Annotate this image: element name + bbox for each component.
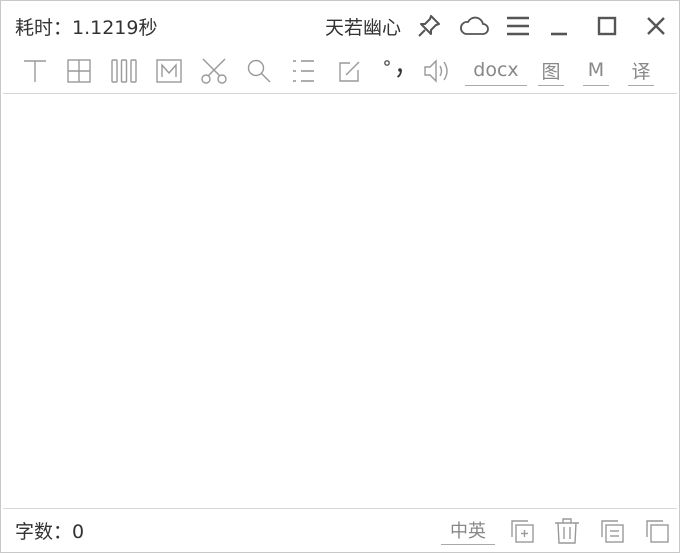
menu-button[interactable] [502,11,534,41]
minimize-button[interactable] [543,11,575,41]
edit-icon [339,61,360,82]
markdown-button[interactable] [153,55,185,87]
search-button[interactable] [243,55,275,87]
table-grid-button[interactable] [63,55,95,87]
search-icon [247,59,271,83]
cloud-icon [460,16,489,35]
title-bar: 耗时：1.1219秒 天若幽心 [1,1,679,51]
cloud-button[interactable] [458,11,490,41]
scissors-icon [201,58,227,84]
copy-icon [646,520,669,543]
punctuation-button[interactable] [377,55,409,87]
window-title: 天若幽心 [325,17,402,39]
word-count-label: 字数：0 [15,521,85,543]
speaker-icon [424,59,448,83]
m-button[interactable]: M [583,55,609,86]
punctuation-icon [384,60,402,78]
export-docx-button[interactable]: docx [465,55,527,86]
markdown-icon [156,59,182,83]
scissors-button[interactable] [198,55,230,87]
translate-button[interactable]: 译 [628,55,654,86]
vertical-columns-button[interactable] [108,55,140,87]
pin-icon [418,15,440,37]
table-grid-icon [67,59,91,83]
image-button[interactable]: 图 [538,55,564,86]
status-bar: 字数：0 中英 [1,508,679,552]
merge-icon [601,520,624,543]
close-icon [647,17,665,35]
language-toggle-button[interactable]: 中英 [441,516,495,545]
list-icon [293,60,314,82]
close-button[interactable] [640,11,672,41]
pin-button[interactable] [413,11,445,41]
merge-button[interactable] [596,515,628,547]
list-button[interactable] [287,55,319,87]
text-align-top-icon [24,60,46,82]
elapsed-time-label: 耗时：1.1219秒 [15,17,158,39]
edit-button[interactable] [333,55,365,87]
trash-button[interactable] [551,515,583,547]
toolbar: docx 图 M 译 [1,51,679,93]
copy-button[interactable] [641,515,673,547]
app-window: 耗时：1.1219秒 天若幽心 docx 图 M 译 字数：0 中英 [0,0,680,553]
add-copy-button[interactable] [506,515,538,547]
vertical-columns-icon [111,59,137,83]
text-align-top-button[interactable] [19,55,51,87]
maximize-button[interactable] [591,11,623,41]
minimize-icon [551,32,567,36]
text-content-area[interactable] [3,93,677,509]
maximize-icon [597,16,617,36]
trash-icon [555,518,579,544]
speaker-button[interactable] [422,55,454,87]
add-copy-icon [511,520,534,543]
menu-icon [507,16,529,36]
